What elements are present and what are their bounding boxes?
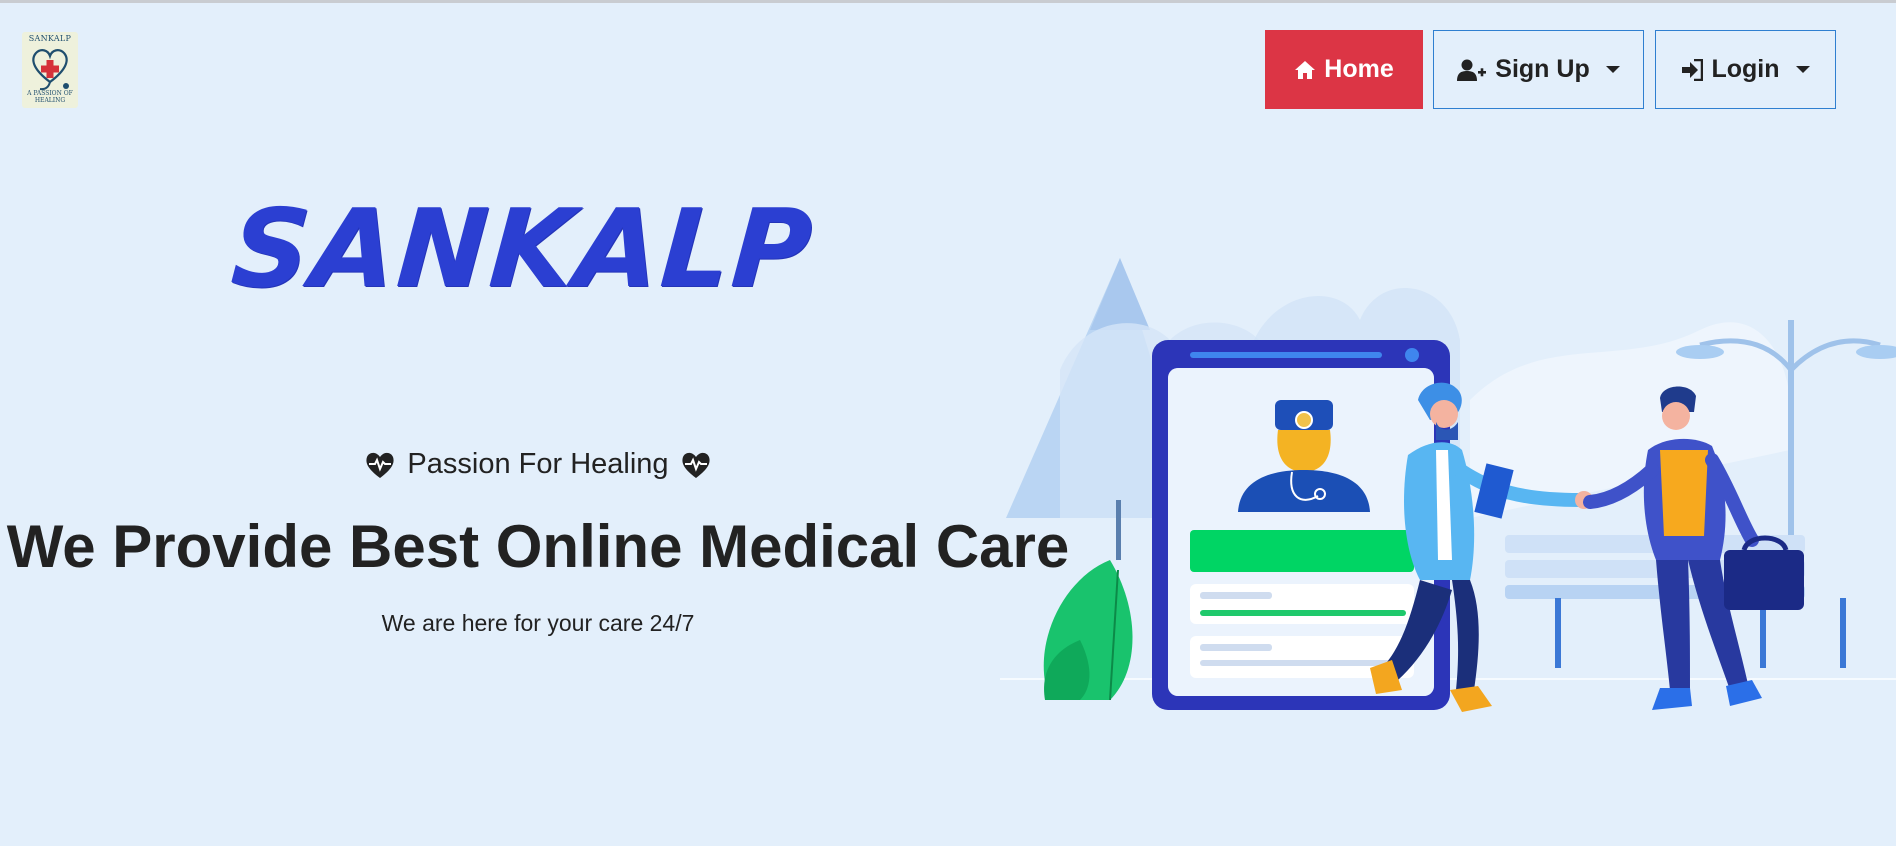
login-button-label: Login [1711, 55, 1780, 83]
logo-name: SANKALP [28, 34, 72, 43]
heart-pulse-icon [681, 452, 710, 478]
brand-wordmark: SANKALP [227, 187, 818, 312]
login-dropdown-button[interactable]: Login [1655, 30, 1836, 109]
chevron-down-icon [1795, 66, 1810, 73]
home-icon [1295, 60, 1316, 79]
logo-motto: A PASSION OF HEALING [27, 90, 73, 104]
signup-dropdown-button[interactable]: Sign Up [1433, 30, 1644, 109]
user-plus-icon [1457, 59, 1487, 81]
tagline-text: Passion For Healing [407, 448, 669, 480]
hero-headline: We Provide Best Online Medical Care [6, 513, 1070, 580]
home-button[interactable]: Home [1265, 30, 1423, 109]
heart-pulse-icon [366, 452, 394, 478]
doctor-consultation-illustration [1000, 258, 1896, 712]
tagline: Passion For Healing [0, 448, 1076, 481]
hero-subline: We are here for your care 24/7 [381, 610, 695, 636]
site-logo[interactable]: SANKALP A PASSION OF HEALING [22, 32, 78, 108]
top-border [0, 0, 1896, 3]
home-button-label: Home [1324, 55, 1394, 83]
signup-button-label: Sign Up [1495, 55, 1590, 83]
sign-in-icon [1682, 58, 1704, 81]
chevron-down-icon [1605, 66, 1620, 73]
